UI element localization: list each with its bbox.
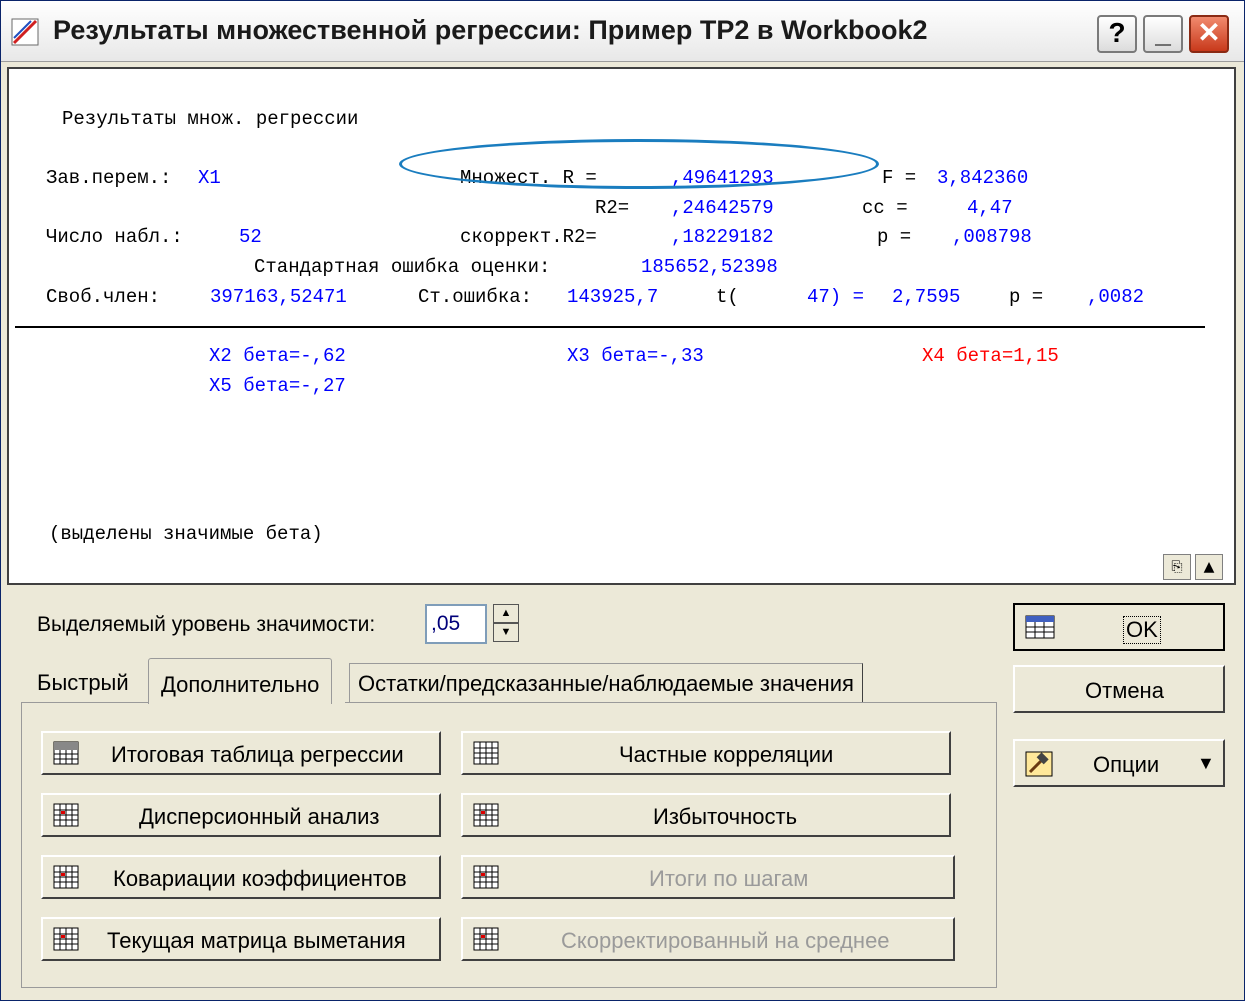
centered-button[interactable]: Скорректированный на среднее (461, 917, 955, 961)
sig-level-input[interactable]: ,05 (425, 604, 487, 644)
table-icon (53, 927, 79, 951)
intercept-se-value: 143925,7 (567, 286, 659, 308)
table-icon (53, 803, 79, 827)
footnote: (выделены значимые бета) (49, 523, 323, 545)
intercept-p-value: ,0082 (1087, 286, 1145, 308)
options-button[interactable]: Опции ▼ (1013, 739, 1225, 787)
intercept-label: Своб.член: (46, 286, 161, 308)
summary-table-button[interactable]: Итоговая таблица регрессии (41, 731, 441, 775)
beta-x4: X4 бета=1,15 (922, 345, 1059, 367)
sweep-matrix-label: Текущая матрица выметания (107, 928, 406, 953)
chart-app-icon (11, 18, 39, 46)
intercept-se-label: Ст.ошибка: (418, 286, 533, 308)
redundancy-button[interactable]: Избыточность (461, 793, 951, 837)
coef-cov-button[interactable]: Ковариации коэффициентов (41, 855, 441, 899)
table-icon (53, 865, 79, 889)
f-label: F = (882, 167, 917, 189)
beta-x2: X2 бета=-,62 (209, 345, 346, 367)
step-summary-button[interactable]: Итоги по шагам (461, 855, 955, 899)
t-value: 2,7595 (892, 286, 961, 308)
sweep-matrix-button[interactable]: Текущая матрица выметания (41, 917, 441, 961)
df-value: 4,47 (967, 197, 1013, 219)
results-output-panel: Результаты множ. регрессии Зав.перем.: X… (7, 67, 1236, 585)
dropdown-arrow-icon: ▼ (1197, 753, 1215, 773)
step-summary-label: Итоги по шагам (649, 866, 809, 891)
sig-level-spinner[interactable]: ▲ ▼ (493, 604, 519, 644)
dialog-window: Результаты множественной регрессии: Прим… (0, 0, 1245, 1001)
table-icon (473, 803, 499, 827)
minimize-button[interactable]: _ (1143, 15, 1183, 53)
redundancy-label: Избыточность (653, 804, 798, 829)
anova-label: Дисперсионный анализ (139, 804, 380, 829)
se-label: Стандартная ошибка оценки: (254, 256, 551, 278)
r2-value: ,24642579 (671, 197, 774, 219)
partial-corr-button[interactable]: Частные корреляции (461, 731, 951, 775)
cancel-label: Отмена (1085, 678, 1164, 703)
tab-advanced[interactable]: Дополнительно (148, 658, 333, 704)
f-value: 3,842360 (937, 167, 1029, 189)
beta-x3: X3 бета=-,33 (567, 345, 704, 367)
summary-table-label: Итоговая таблица регрессии (111, 742, 404, 767)
dep-var-label: Зав.перем.: (46, 167, 172, 189)
close-button[interactable]: ✕ (1189, 15, 1229, 53)
df-label: cc = (862, 197, 908, 219)
se-value: 185652,52398 (641, 256, 778, 278)
table-icon (473, 927, 499, 951)
p-label: p = (877, 226, 912, 248)
adj-r2-label: скоррект.R2= (460, 226, 597, 248)
table-icon (473, 865, 499, 889)
table-icon (473, 741, 499, 765)
results-header: Результаты множ. регрессии (62, 108, 359, 130)
partial-corr-label: Частные корреляции (619, 742, 834, 767)
tab-quick[interactable]: Быстрый (37, 663, 129, 703)
centered-label: Скорректированный на среднее (561, 928, 890, 953)
spin-down-icon[interactable]: ▼ (493, 623, 519, 642)
ok-label: OK (1123, 616, 1161, 644)
sig-level-label: Выделяемый уровень значимости: (37, 613, 376, 636)
t-label: t( (716, 286, 739, 308)
hammer-icon (1025, 751, 1053, 777)
window-title: Результаты множественной регрессии: Прим… (53, 15, 928, 45)
anova-button[interactable]: Дисперсионный анализ (41, 793, 441, 837)
n-value: 52 (239, 226, 262, 248)
beta-x5: X5 бета=-,27 (209, 375, 346, 397)
summary-table-icon (53, 741, 79, 765)
coef-cov-label: Ковариации коэффициентов (113, 866, 407, 891)
dep-var-value: X1 (198, 167, 221, 189)
r2-label: R2= (595, 197, 630, 219)
intercept-value: 397163,52471 (210, 286, 347, 308)
options-label: Опции (1093, 752, 1160, 777)
spin-up-icon[interactable]: ▲ (493, 604, 519, 623)
help-button[interactable]: ? (1097, 15, 1137, 53)
output-divider (15, 326, 1205, 328)
p-value: ,008798 (952, 226, 1032, 248)
cancel-button[interactable]: Отмена (1013, 665, 1225, 713)
scroll-up-icon[interactable]: ▲ (1195, 554, 1223, 580)
title-bar[interactable]: Результаты множественной регрессии: Прим… (1, 1, 1244, 62)
table-icon (1025, 615, 1055, 639)
tab-residuals[interactable]: Остатки/предсказанные/наблюдаемые значен… (349, 663, 863, 703)
ok-button[interactable]: OK (1013, 603, 1225, 651)
copy-icon[interactable]: ⎘ (1163, 554, 1191, 580)
n-label: Число набл.: (46, 226, 183, 248)
t-df: 47) = (807, 286, 865, 308)
intercept-p-label: p = (1009, 286, 1044, 308)
adj-r2-value: ,18229182 (671, 226, 774, 248)
annotation-ellipse (399, 139, 879, 189)
